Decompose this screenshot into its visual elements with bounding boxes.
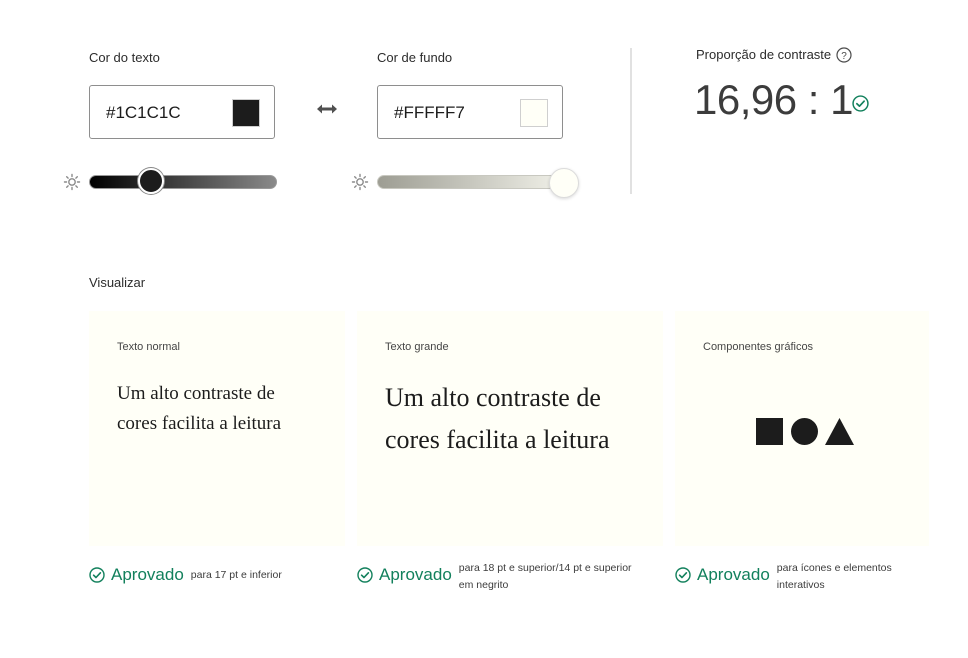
check-circle-icon (357, 567, 373, 583)
status-note: para ícones e elementos interativos (776, 562, 892, 591)
background-color-label: Cor de fundo (377, 50, 453, 65)
status-label: Aprovado (697, 565, 770, 584)
triangle-shape (825, 418, 854, 445)
section-divider (630, 48, 632, 194)
sample-text: Um alto contraste de cores facilita a le… (117, 383, 282, 434)
text-color-swatch[interactable] (232, 99, 260, 127)
text-color-input[interactable] (106, 100, 226, 126)
preview-heading: Visualizar (89, 275, 146, 290)
background-lightness-slider[interactable] (377, 175, 571, 189)
square-shape (756, 418, 783, 445)
text-lightness-thumb[interactable] (138, 168, 165, 194)
card-title: Componentes gráficos (703, 341, 814, 353)
status-note: para 18 pt e superior/14 pt e superior e… (458, 562, 632, 591)
background-lightness-thumb[interactable] (549, 168, 579, 198)
status-graphics: Aprovado para ícones e elementos interat… (675, 562, 907, 594)
help-circle-icon[interactable]: ? (836, 47, 852, 63)
card-title: Texto grande (385, 341, 449, 353)
text-color-field[interactable] (89, 85, 275, 139)
status-note: para 17 pt e inferior (190, 569, 282, 581)
circle-shape (791, 418, 818, 445)
status-large-text: Aprovado para 18 pt e superior/14 pt e s… (357, 562, 647, 594)
brightness-icon (351, 173, 369, 191)
text-color-label: Cor do texto (89, 50, 160, 65)
check-circle-icon (852, 95, 869, 112)
contrast-ratio-value: 16,96 : 1 (694, 76, 853, 123)
status-label: Aprovado (111, 565, 184, 584)
status-normal-text: Aprovado para 17 pt e inferior (89, 565, 282, 585)
background-color-swatch[interactable] (520, 99, 548, 127)
background-color-input[interactable] (394, 100, 514, 126)
preview-card-graphics: Componentes gráficos (675, 311, 929, 546)
preview-card-normal-text: Texto normal Um alto contraste de cores … (89, 311, 345, 546)
contrast-ratio-label: Proporção de contraste (696, 47, 832, 62)
preview-card-large-text: Texto grande Um alto contraste de cores … (357, 311, 663, 546)
background-color-field[interactable] (377, 85, 563, 139)
check-circle-icon (675, 567, 691, 583)
check-circle-icon (89, 567, 105, 583)
brightness-icon (63, 173, 81, 191)
sample-text: Um alto contraste de cores facilita a le… (385, 383, 610, 454)
text-lightness-slider[interactable] (89, 175, 277, 189)
status-label: Aprovado (379, 565, 452, 584)
double-arrow-icon[interactable] (316, 102, 338, 116)
card-title: Texto normal (117, 341, 180, 353)
svg-text:?: ? (841, 51, 847, 62)
